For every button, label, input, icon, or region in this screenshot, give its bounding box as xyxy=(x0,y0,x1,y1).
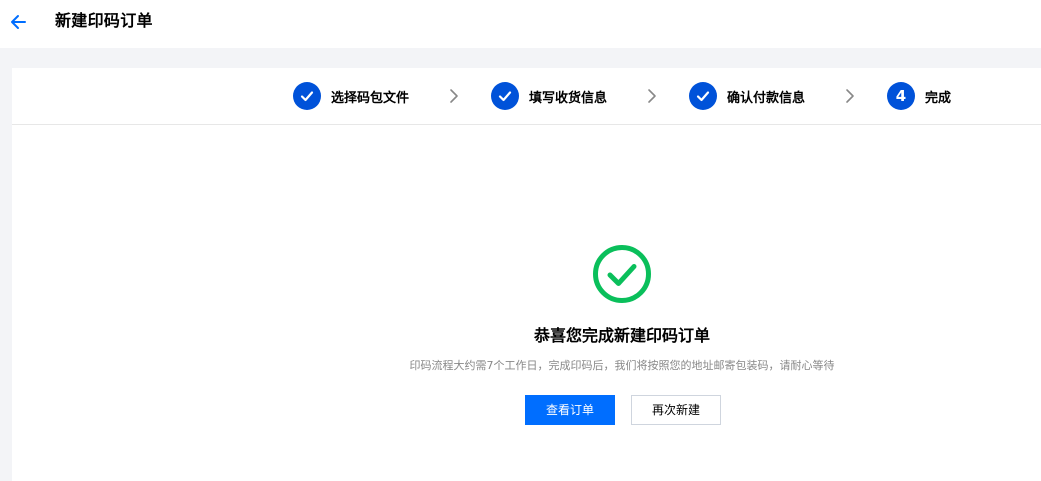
step-label: 选择码包文件 xyxy=(331,90,410,106)
step-payment-info: 确认付款信息 xyxy=(689,82,805,110)
step-label: 确认付款信息 xyxy=(727,90,806,106)
top-bar: 新建印码订单 xyxy=(0,0,1041,48)
step-complete: 4 完成 xyxy=(887,82,951,110)
result-title: 恭喜您完成新建印码订单 xyxy=(533,326,710,345)
main-card: 选择码包文件 填写收货信息 确认付款信息 4 完成 恭喜您完成新建印码订单 印码… xyxy=(12,68,1041,481)
chevron-right-icon xyxy=(846,89,854,103)
check-icon xyxy=(696,91,710,102)
step-done-circle xyxy=(491,82,519,110)
page-title: 新建印码订单 xyxy=(55,11,153,30)
arrow-left-icon[interactable] xyxy=(8,11,30,33)
steps-bar: 选择码包文件 填写收货信息 确认付款信息 4 完成 xyxy=(12,68,1041,125)
step-done-circle xyxy=(689,82,717,110)
check-icon xyxy=(498,91,512,102)
step-select-file: 选择码包文件 xyxy=(293,82,409,110)
result-description: 印码流程大约需7个工作日，完成印码后，我们将按照您的地址邮寄包装码，请耐心等待 xyxy=(409,359,835,372)
chevron-right-icon xyxy=(450,89,458,103)
step-label: 完成 xyxy=(925,90,952,106)
step-done-circle xyxy=(293,82,321,110)
view-order-button[interactable]: 查看订单 xyxy=(525,395,615,425)
step-label: 填写收货信息 xyxy=(529,90,608,106)
check-icon xyxy=(300,91,314,102)
create-again-button[interactable]: 再次新建 xyxy=(631,395,721,425)
check-circle-icon xyxy=(593,245,651,303)
step-number-circle: 4 xyxy=(887,82,915,110)
chevron-right-icon xyxy=(648,89,656,103)
step-shipping-info: 填写收货信息 xyxy=(491,82,607,110)
back-button[interactable] xyxy=(8,11,30,33)
